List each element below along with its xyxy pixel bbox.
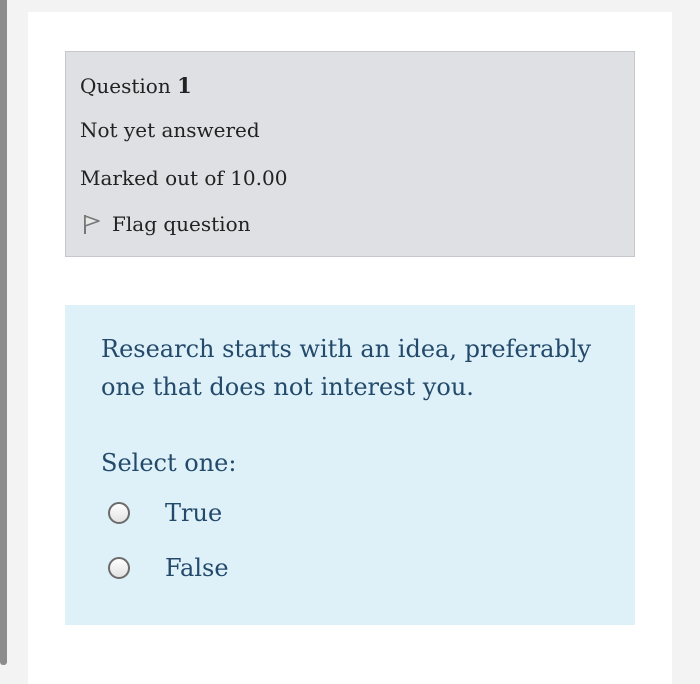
radio-button-true[interactable] bbox=[108, 502, 130, 524]
answer-label-false: False bbox=[165, 554, 229, 582]
question-text: Research starts with an idea, preferably… bbox=[101, 335, 592, 401]
scroll-indicator bbox=[0, 0, 7, 665]
answer-prompt: Select one: bbox=[101, 449, 237, 477]
question-heading: Question 1 bbox=[80, 73, 192, 98]
question-number: 1 bbox=[177, 73, 192, 98]
question-info-panel: Question 1 Not yet answered Marked out o… bbox=[65, 51, 635, 257]
question-grade: Marked out of 10.00 bbox=[80, 166, 288, 190]
question-card: Question 1 Not yet answered Marked out o… bbox=[28, 12, 672, 684]
flag-question-button[interactable]: Flag question bbox=[82, 212, 251, 236]
radio-button-false[interactable] bbox=[108, 557, 130, 579]
question-label: Question bbox=[80, 74, 171, 98]
answer-option-false[interactable]: False bbox=[108, 554, 229, 582]
flag-question-label: Flag question bbox=[112, 212, 251, 236]
page: Question 1 Not yet answered Marked out o… bbox=[0, 0, 700, 684]
answer-option-true[interactable]: True bbox=[108, 499, 222, 527]
question-state: Not yet answered bbox=[80, 118, 260, 142]
flag-icon bbox=[84, 215, 100, 234]
question-content: Research starts with an idea, preferably… bbox=[65, 305, 635, 625]
answer-label-true: True bbox=[165, 499, 223, 527]
